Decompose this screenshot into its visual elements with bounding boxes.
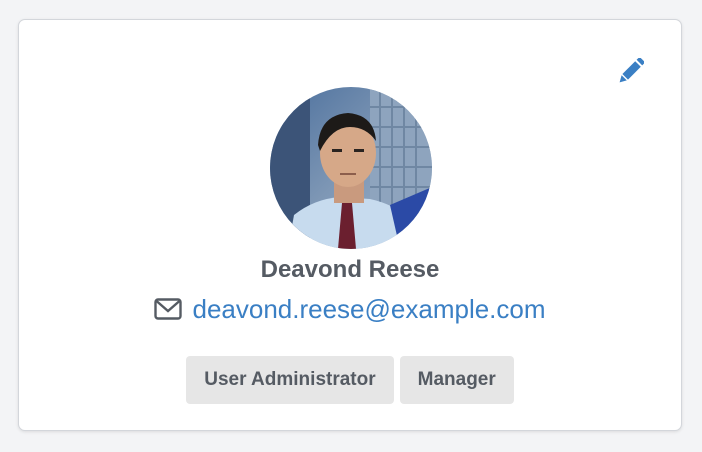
pencil-icon <box>619 58 644 83</box>
envelope-icon <box>154 298 183 320</box>
user-profile-card: Deavond Reese deavond.reese@example.com … <box>18 19 682 431</box>
role-badge-user-administrator[interactable]: User Administrator <box>186 356 394 404</box>
user-name: Deavond Reese <box>260 256 440 283</box>
role-badge-manager[interactable]: Manager <box>399 356 514 404</box>
edit-profile-button[interactable] <box>617 57 645 85</box>
email-link[interactable]: deavond.reese@example.com <box>192 292 545 326</box>
avatar-photo <box>270 87 432 249</box>
role-badges: User Administrator Manager <box>19 356 681 404</box>
avatar <box>270 87 432 249</box>
email-row: deavond.reese@example.com <box>19 292 681 326</box>
